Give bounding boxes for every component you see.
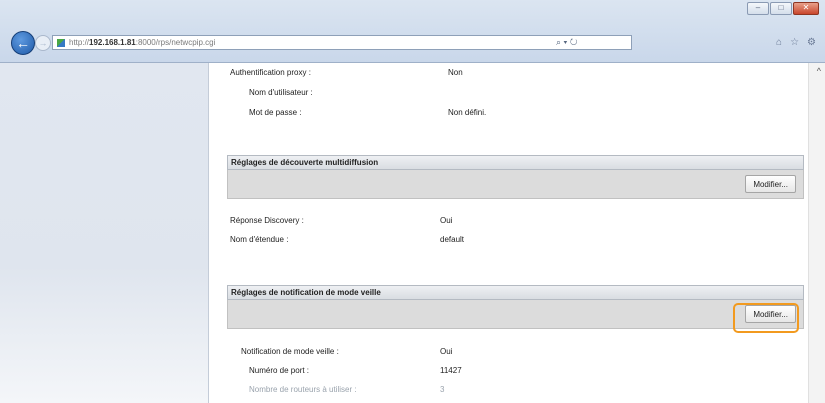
multicast-modify-button[interactable]: Modifier...	[745, 175, 796, 193]
port-number-value: 11427	[440, 366, 462, 375]
highlight-ring	[733, 303, 799, 333]
proxy-pass-value: Non défini.	[448, 108, 487, 117]
window-controls: – □ ✕	[747, 2, 819, 15]
toolbar-icons: ⌂ ☆ ⚙	[776, 37, 816, 48]
proxy-user-label: Nom d'utilisateur :	[249, 88, 313, 97]
minimize-button[interactable]: –	[747, 2, 769, 15]
home-icon[interactable]: ⌂	[776, 37, 782, 48]
vertical-scrollbar[interactable]	[808, 63, 825, 403]
discovery-response-value: Oui	[440, 216, 453, 225]
sleep-section-header: Réglages de notification de mode veille	[227, 285, 804, 300]
back-arrow-icon[interactable]: ←	[11, 31, 35, 55]
search-refresh-icon[interactable]: ⌕ ▾ ↻	[556, 35, 636, 50]
address-bar[interactable]: http://192.168.1.81:8000/rps/netwcpip.cg…	[52, 35, 632, 50]
sleep-notification-value: Oui	[440, 347, 453, 356]
scroll-up-arrow-icon[interactable]: ^	[817, 66, 821, 76]
sleep-notification-label: Notification de mode veille :	[241, 347, 339, 356]
left-sidebar	[0, 63, 209, 403]
port-number-label: Numéro de port :	[249, 366, 310, 375]
multicast-section-header: Réglages de découverte multidiffusion	[227, 155, 804, 170]
maximize-button[interactable]: □	[770, 2, 792, 15]
proxy-auth-value: Non	[448, 68, 463, 77]
settings-gear-icon[interactable]: ⚙	[807, 37, 816, 48]
scope-name-label: Nom d'étendue :	[230, 235, 289, 244]
proxy-auth-label: Authentification proxy :	[230, 68, 311, 77]
favorites-star-icon[interactable]: ☆	[790, 37, 799, 48]
main-content: Authentification proxy : Non Nom d'utili…	[215, 63, 807, 403]
routers-count-label: Nombre de routeurs à utiliser :	[249, 385, 357, 394]
site-favicon-icon	[57, 39, 65, 47]
multicast-toolbar: Modifier...	[227, 170, 804, 199]
url-text: http://192.168.1.81:8000/rps/netwcpip.cg…	[69, 38, 216, 47]
discovery-response-label: Réponse Discovery :	[230, 216, 304, 225]
sleep-toolbar: Modifier...	[227, 300, 804, 329]
browser-chrome: – □ ✕ ← → http://192.168.1.81:8000/rps/n…	[0, 0, 825, 63]
forward-arrow-icon[interactable]: →	[35, 35, 51, 51]
close-button[interactable]: ✕	[793, 2, 819, 15]
routers-count-value: 3	[440, 385, 445, 394]
proxy-pass-label: Mot de passe :	[249, 108, 302, 117]
scope-name-value: default	[440, 235, 465, 244]
